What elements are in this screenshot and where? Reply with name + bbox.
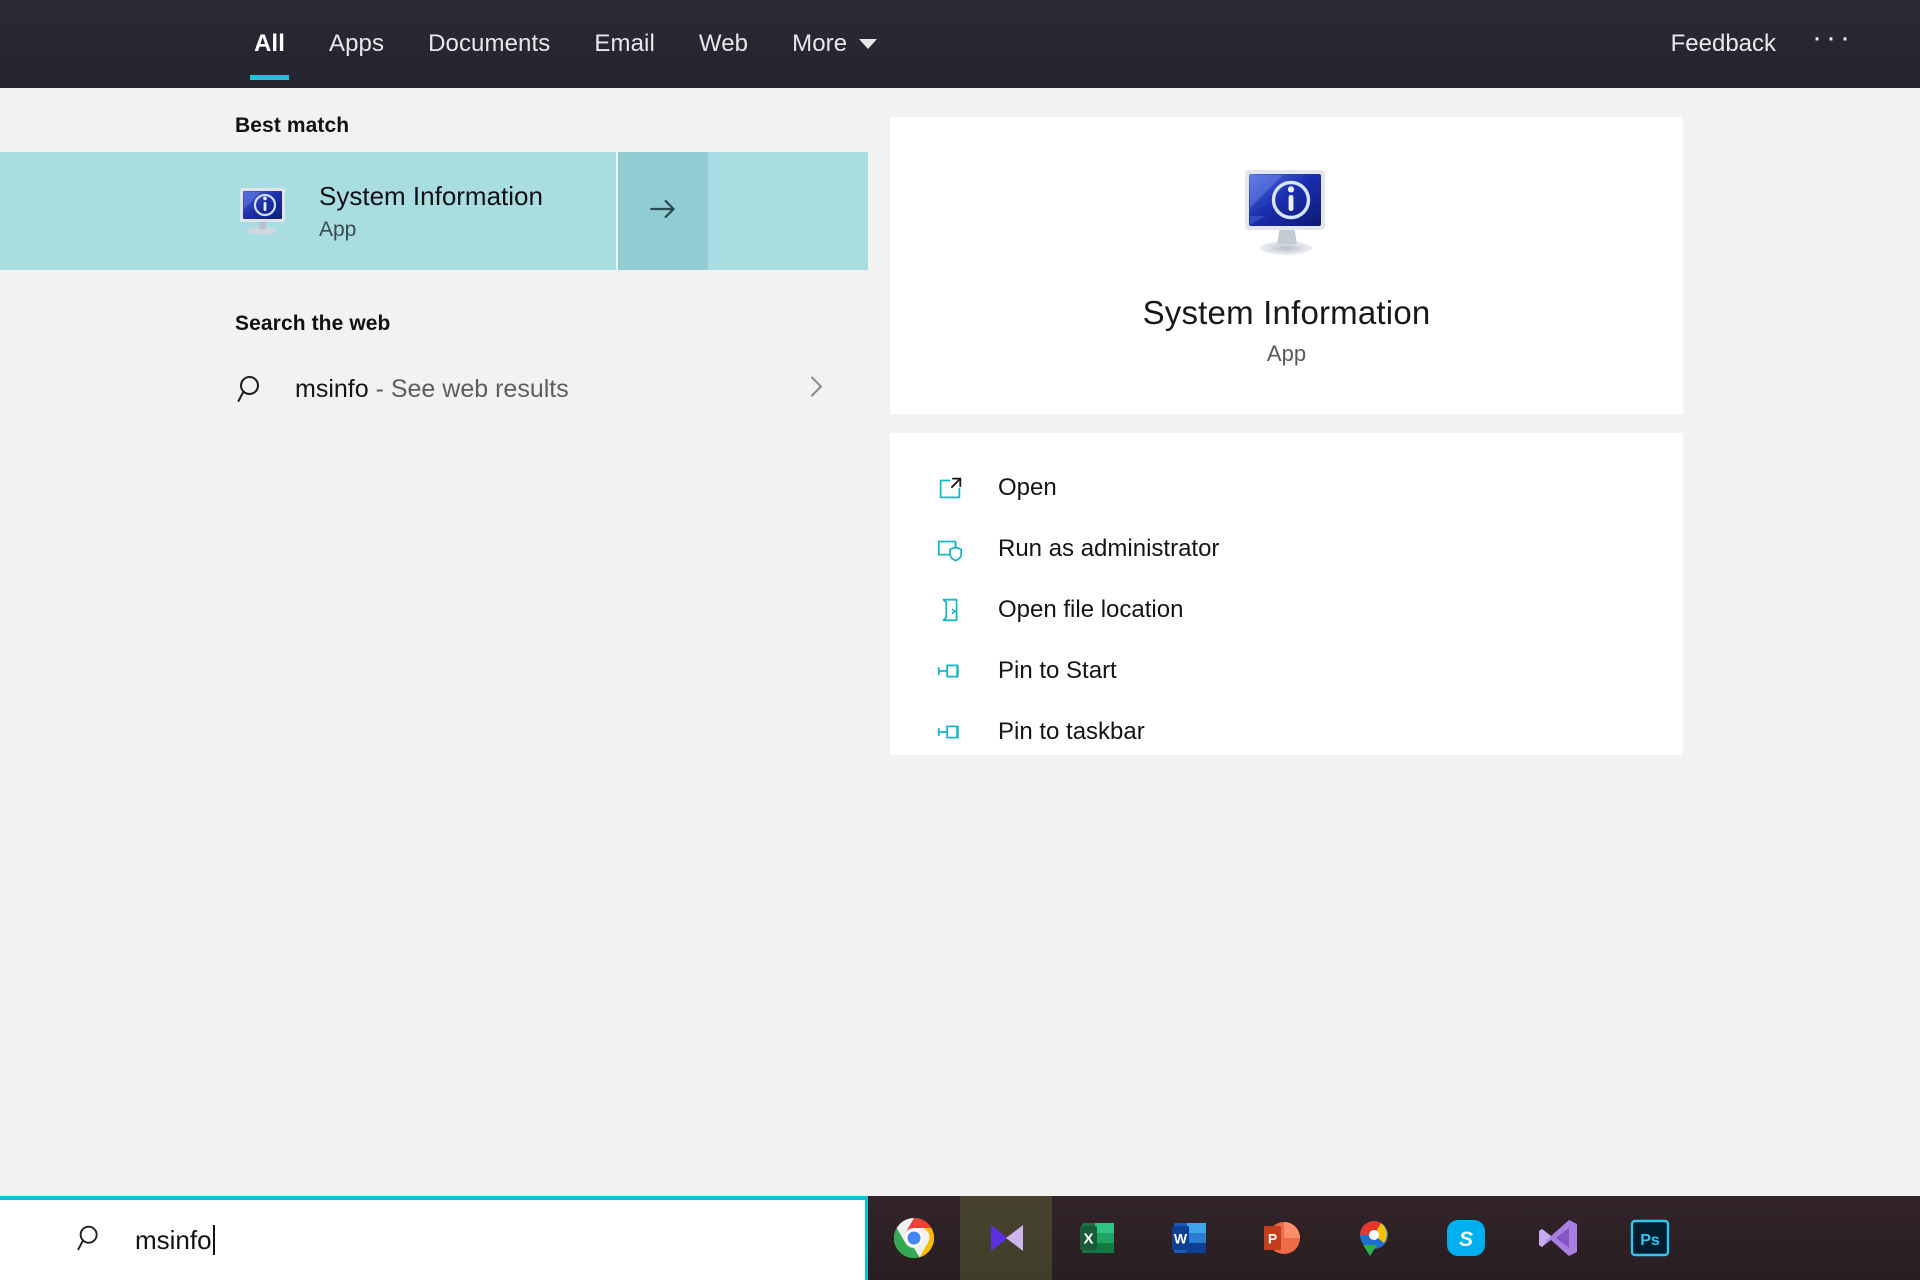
tab-more[interactable]: More: [770, 0, 899, 88]
movies-tv-icon: [983, 1215, 1029, 1261]
search-icon: [235, 372, 269, 406]
svg-text:P: P: [1268, 1231, 1277, 1247]
text-cursor: [212, 1224, 215, 1255]
taskbar-item-powerpoint[interactable]: P: [1236, 1196, 1328, 1280]
tab-documents-label: Documents: [428, 30, 551, 57]
powerpoint-icon: P: [1259, 1215, 1305, 1261]
action-pin-to-start[interactable]: Pin to Start: [890, 640, 1683, 701]
action-run-as-administrator[interactable]: Run as administrator: [890, 518, 1683, 579]
system-information-icon: [235, 183, 291, 239]
chevron-right-icon[interactable]: [805, 370, 829, 409]
taskbar-item-internet-download-manager[interactable]: [1328, 1196, 1420, 1280]
tab-apps[interactable]: Apps: [307, 0, 406, 88]
web-search-suffix: - See web results: [368, 374, 569, 403]
action-open-file-location[interactable]: Open file location: [890, 579, 1683, 640]
taskbar-item-word[interactable]: W: [1144, 1196, 1236, 1280]
tab-web[interactable]: Web: [677, 0, 770, 88]
result-item-subtitle: App: [319, 217, 357, 241]
chevron-down-icon: [859, 39, 878, 49]
skype-icon: S: [1443, 1215, 1489, 1261]
arrow-right-icon: [646, 192, 680, 231]
system-information-icon: [1239, 164, 1335, 260]
tab-email[interactable]: Email: [572, 0, 677, 88]
preview-header-card: System Information App: [890, 117, 1683, 414]
excel-icon: X: [1075, 1215, 1121, 1261]
bottom-bar: msinfo X W P S Ps: [0, 1196, 1920, 1280]
results-pane: Best match System Information App Search…: [0, 88, 868, 1196]
preview-pane: System Information App Open Run as admin…: [868, 88, 1920, 1196]
web-search-query: msinfo: [295, 374, 369, 403]
result-item-text: System Information App: [319, 180, 543, 242]
taskbar-item-movies-tv[interactable]: [960, 1196, 1052, 1280]
tab-email-label: Email: [594, 30, 655, 57]
svg-text:W: W: [1174, 1231, 1188, 1247]
search-input-value: msinfo: [135, 1224, 212, 1255]
svg-text:Ps: Ps: [1640, 1232, 1660, 1249]
search-filter-tabbar: All Apps Documents Email Web More Feedba…: [0, 0, 1920, 88]
tab-more-label: More: [792, 30, 848, 57]
preview-subtitle: App: [1266, 341, 1307, 366]
overflow-menu-icon[interactable]: ···: [1794, 23, 1872, 65]
taskbar-item-skype[interactable]: S: [1420, 1196, 1512, 1280]
preview-actions-card: Open Run as administrator Open file loca…: [890, 433, 1683, 755]
result-item-title: System Information: [319, 181, 543, 212]
svg-text:S: S: [1459, 1228, 1473, 1251]
search-input[interactable]: msinfo: [0, 1196, 868, 1280]
taskbar-item-visual-studio[interactable]: [1512, 1196, 1604, 1280]
action-open-label: Open: [998, 473, 1057, 501]
expand-preview-button[interactable]: [616, 152, 708, 270]
web-search-text: msinfo - See web results: [295, 375, 569, 404]
pin-icon: [934, 716, 966, 748]
action-open[interactable]: Open: [890, 457, 1683, 518]
tab-all[interactable]: All: [232, 0, 307, 88]
action-pin-to-start-label: Pin to Start: [998, 656, 1117, 684]
best-match-heading: Best match: [235, 114, 350, 137]
open-external-icon: [934, 472, 966, 504]
tab-list: All Apps Documents Email Web More: [232, 0, 899, 88]
chrome-icon: [891, 1215, 937, 1261]
tab-apps-label: Apps: [328, 30, 385, 57]
pin-icon: [934, 655, 966, 687]
search-input-text: msinfo: [135, 1224, 215, 1256]
tab-web-label: Web: [698, 30, 749, 57]
result-item-system-information[interactable]: System Information App: [0, 152, 868, 270]
action-open-file-location-label: Open file location: [998, 595, 1184, 623]
taskbar-item-chrome[interactable]: [868, 1196, 960, 1280]
visual-studio-icon: [1535, 1215, 1581, 1261]
word-icon: W: [1167, 1215, 1213, 1261]
preview-title: System Information: [1142, 294, 1431, 331]
svg-text:X: X: [1083, 1231, 1093, 1248]
folder-location-icon: [934, 594, 966, 626]
tab-documents[interactable]: Documents: [406, 0, 572, 88]
action-pin-to-taskbar-label: Pin to taskbar: [998, 717, 1145, 745]
taskbar-item-excel[interactable]: X: [1052, 1196, 1144, 1280]
shield-run-icon: [934, 533, 966, 565]
taskbar: X W P S Ps: [868, 1196, 1920, 1280]
action-pin-to-taskbar[interactable]: Pin to taskbar: [890, 701, 1683, 762]
taskbar-item-photoshop[interactable]: Ps: [1604, 1196, 1696, 1280]
result-item-web-search[interactable]: msinfo - See web results: [0, 350, 868, 428]
search-icon: [75, 1222, 107, 1259]
photoshop-icon: Ps: [1627, 1215, 1673, 1261]
feedback-button[interactable]: Feedback: [1653, 30, 1794, 58]
active-tab-underline: [250, 75, 289, 80]
tab-all-label: All: [254, 30, 285, 57]
topbar-right-actions: Feedback ···: [1653, 0, 1920, 88]
search-the-web-heading: Search the web: [235, 312, 391, 335]
action-run-as-administrator-label: Run as administrator: [998, 534, 1220, 562]
idm-icon: [1351, 1215, 1397, 1261]
windows-search-overlay: All Apps Documents Email Web More Feedba…: [0, 0, 1920, 1280]
